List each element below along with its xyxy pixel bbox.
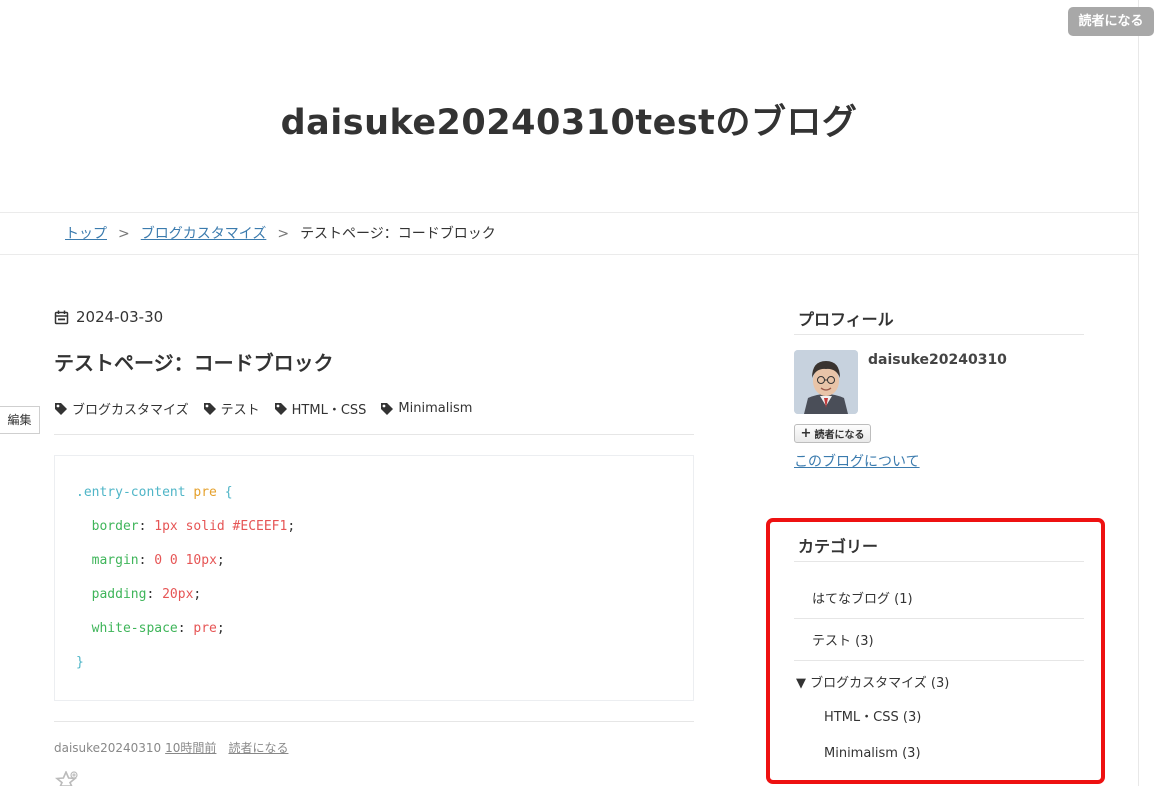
entry-tags: ブログカスタマイズ テスト HTML・CSS Minimalism — [54, 399, 486, 418]
tag-label: Minimalism — [398, 401, 473, 416]
divider — [54, 434, 694, 435]
divider — [794, 334, 1084, 335]
tag-item[interactable]: テスト — [203, 399, 260, 418]
profile-name[interactable]: daisuke20240310 — [868, 352, 1007, 368]
tag-icon — [55, 402, 67, 415]
code-line: border: 1px solid #ECEEF1; — [91, 519, 296, 534]
subscribe-button[interactable]: 読者になる — [1068, 7, 1154, 36]
code-element: pre — [193, 485, 217, 500]
about-blog-link[interactable]: このブログについて — [794, 451, 920, 471]
highlight-box — [766, 518, 1105, 784]
code-property: padding — [91, 587, 147, 602]
code-selector: .entry-content — [76, 485, 186, 500]
entry-date-text: 2024-03-30 — [76, 308, 164, 326]
code-line: } — [76, 655, 84, 670]
tag-label: HTML・CSS — [291, 403, 367, 418]
edit-button[interactable]: 編集 — [0, 406, 40, 434]
add-star-icon[interactable] — [54, 771, 78, 786]
code-line: padding: 20px; — [91, 587, 202, 602]
code-line: .entry-content pre { — [76, 485, 233, 500]
code-value: 0 0 10px — [154, 553, 217, 568]
tag-icon — [381, 402, 394, 415]
code-brace: } — [76, 655, 84, 670]
author-name: daisuke20240310 — [54, 741, 162, 755]
breadcrumb-current: テストページ：コードブロック — [300, 226, 496, 242]
follow-button-label: 読者になる — [814, 430, 865, 441]
breadcrumb-separator: > — [277, 226, 290, 242]
divider — [54, 721, 694, 722]
breadcrumb: トップ > ブログカスタマイズ > テストページ：コードブロック — [0, 212, 1138, 255]
code-value: 1px solid #ECEEF1 — [154, 519, 288, 534]
code-value: pre — [193, 621, 217, 636]
tag-icon — [203, 402, 216, 415]
profile-heading: プロフィール — [798, 310, 894, 329]
scrollbar-edge — [1138, 0, 1139, 786]
plus-icon: + — [800, 426, 812, 441]
code-block: .entry-content pre { border: 1px solid #… — [54, 455, 694, 701]
entry-date: 2024-03-30 — [54, 308, 163, 326]
code-value: 20px — [162, 587, 194, 602]
tag-label: テスト — [220, 403, 260, 418]
breadcrumb-link-top[interactable]: トップ — [65, 226, 107, 242]
footer-subscribe-link[interactable]: 読者になる — [228, 741, 288, 755]
breadcrumb-link-category[interactable]: ブログカスタマイズ — [141, 226, 267, 242]
tag-label: ブログカスタマイズ — [72, 403, 189, 418]
avatar-image — [794, 350, 858, 414]
follow-button[interactable]: + 読者になる — [794, 424, 871, 443]
blog-title[interactable]: daisuke20240310testのブログ — [0, 94, 1138, 145]
permalink-time[interactable]: 10時間前 — [165, 741, 216, 755]
tag-item[interactable]: ブログカスタマイズ — [54, 399, 189, 418]
breadcrumb-separator: > — [118, 226, 130, 242]
avatar[interactable] — [794, 350, 858, 414]
entry-footer: daisuke20240310 10時間前 読者になる — [54, 739, 288, 756]
entry-title[interactable]: テストページ：コードブロック — [54, 347, 334, 376]
code-property: white-space — [91, 621, 178, 636]
code-line: margin: 0 0 10px; — [91, 553, 225, 568]
tag-icon — [274, 402, 287, 415]
tag-item[interactable]: Minimalism — [380, 399, 472, 418]
code-line: white-space: pre; — [91, 621, 225, 636]
calendar-icon — [54, 310, 69, 324]
code-brace: { — [224, 485, 233, 500]
tag-item[interactable]: HTML・CSS — [274, 399, 367, 418]
code-property: margin — [91, 553, 139, 568]
code-property: border — [91, 519, 139, 534]
